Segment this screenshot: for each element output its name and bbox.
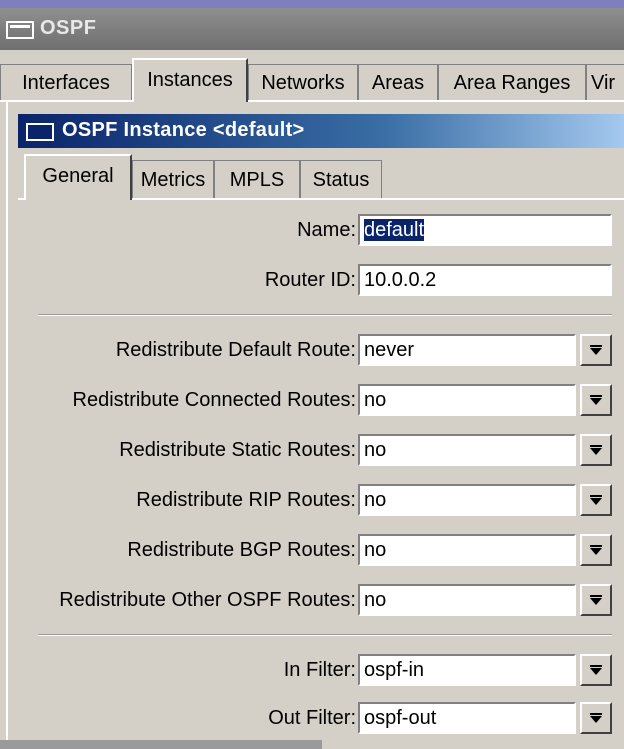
out-filter-label: Out Filter: bbox=[268, 707, 356, 729]
window-icon bbox=[26, 123, 54, 141]
dropdown-arrow-icon bbox=[590, 495, 602, 505]
in-filter-row: In Filter: ospf-in bbox=[8, 654, 624, 686]
dropdown-arrow-icon bbox=[590, 665, 602, 675]
dropdown-arrow-icon bbox=[590, 713, 602, 723]
in-filter-label: In Filter: bbox=[283, 659, 356, 681]
tab-status[interactable]: Status bbox=[300, 160, 382, 198]
tab-virtual-links[interactable]: Vir bbox=[586, 64, 624, 100]
tab-metrics[interactable]: Metrics bbox=[132, 160, 214, 198]
dropdown-arrow-icon bbox=[590, 345, 602, 355]
redistribute-connected-select[interactable]: no bbox=[358, 384, 576, 416]
redistribute-connected-dropdown-button[interactable] bbox=[580, 384, 612, 416]
section-divider bbox=[38, 634, 612, 636]
dropdown-arrow-icon bbox=[590, 595, 602, 605]
tab-interfaces[interactable]: Interfaces bbox=[0, 64, 132, 100]
router-id-field[interactable]: 10.0.0.2 bbox=[358, 264, 612, 296]
redistribute-other-ospf-select[interactable]: no bbox=[358, 584, 576, 616]
redistribute-bgp-dropdown-button[interactable] bbox=[580, 534, 612, 566]
in-filter-select[interactable]: ospf-in bbox=[358, 654, 576, 686]
ospf-window-title: OSPF bbox=[40, 17, 97, 39]
dialog-titlebar[interactable]: OSPF Instance <default> bbox=[18, 114, 624, 148]
redistribute-default-label: Redistribute Default Route: bbox=[115, 339, 356, 361]
redistribute-default-select[interactable]: never bbox=[358, 334, 576, 366]
dialog-title: OSPF Instance <default> bbox=[62, 119, 305, 141]
tab-area-ranges[interactable]: Area Ranges bbox=[438, 64, 586, 100]
redistribute-bgp-select[interactable]: no bbox=[358, 534, 576, 566]
redistribute-other-ospf-label: Redistribute Other OSPF Routes: bbox=[59, 589, 356, 611]
router-id-label: Router ID: bbox=[264, 269, 356, 291]
redistribute-static-row: Redistribute Static Routes: no bbox=[8, 434, 624, 466]
ospf-tab-bar: Interfaces Instances Networks Areas Area… bbox=[0, 58, 624, 102]
redistribute-other-ospf-dropdown-button[interactable] bbox=[580, 584, 612, 616]
router-id-row: Router ID: 10.0.0.2 bbox=[8, 264, 624, 296]
section-divider bbox=[38, 314, 612, 316]
dropdown-arrow-icon bbox=[590, 545, 602, 555]
tab-areas[interactable]: Areas bbox=[358, 64, 438, 100]
redistribute-connected-row: Redistribute Connected Routes: no bbox=[8, 384, 624, 416]
redistribute-rip-select[interactable]: no bbox=[358, 484, 576, 516]
tab-general[interactable]: General bbox=[24, 154, 132, 200]
background-window-edge bbox=[0, 740, 322, 749]
ospf-instance-dialog: OSPF Instance <default> General Metrics … bbox=[6, 102, 624, 749]
redistribute-default-dropdown-button[interactable] bbox=[580, 334, 612, 366]
name-row: Name: default bbox=[8, 214, 624, 246]
redistribute-rip-row: Redistribute RIP Routes: no bbox=[8, 484, 624, 516]
redistribute-static-label: Redistribute Static Routes: bbox=[119, 439, 356, 461]
dialog-tab-bar: General Metrics MPLS Status bbox=[18, 150, 624, 200]
dropdown-arrow-icon bbox=[590, 395, 602, 405]
in-filter-dropdown-button[interactable] bbox=[580, 654, 612, 686]
redistribute-rip-dropdown-button[interactable] bbox=[580, 484, 612, 516]
name-field[interactable]: default bbox=[358, 214, 612, 246]
ospf-window-titlebar[interactable]: OSPF bbox=[0, 8, 624, 50]
window-top-edge bbox=[0, 0, 624, 8]
redistribute-other-ospf-row: Redistribute Other OSPF Routes: no bbox=[8, 584, 624, 616]
redistribute-static-select[interactable]: no bbox=[358, 434, 576, 466]
tab-mpls[interactable]: MPLS bbox=[214, 160, 300, 198]
name-label: Name: bbox=[297, 219, 356, 241]
out-filter-row: Out Filter: ospf-out bbox=[8, 702, 624, 734]
redistribute-bgp-row: Redistribute BGP Routes: no bbox=[8, 534, 624, 566]
out-filter-dropdown-button[interactable] bbox=[580, 702, 612, 734]
redistribute-bgp-label: Redistribute BGP Routes: bbox=[127, 539, 356, 561]
tab-instances[interactable]: Instances bbox=[132, 58, 248, 102]
redistribute-default-row: Redistribute Default Route: never bbox=[8, 334, 624, 366]
redistribute-static-dropdown-button[interactable] bbox=[580, 434, 612, 466]
tab-networks[interactable]: Networks bbox=[248, 64, 358, 100]
window-icon bbox=[6, 21, 34, 39]
out-filter-select[interactable]: ospf-out bbox=[358, 702, 576, 734]
name-value: default bbox=[364, 219, 425, 241]
dropdown-arrow-icon bbox=[590, 445, 602, 455]
redistribute-rip-label: Redistribute RIP Routes: bbox=[136, 489, 356, 511]
redistribute-connected-label: Redistribute Connected Routes: bbox=[72, 389, 357, 411]
